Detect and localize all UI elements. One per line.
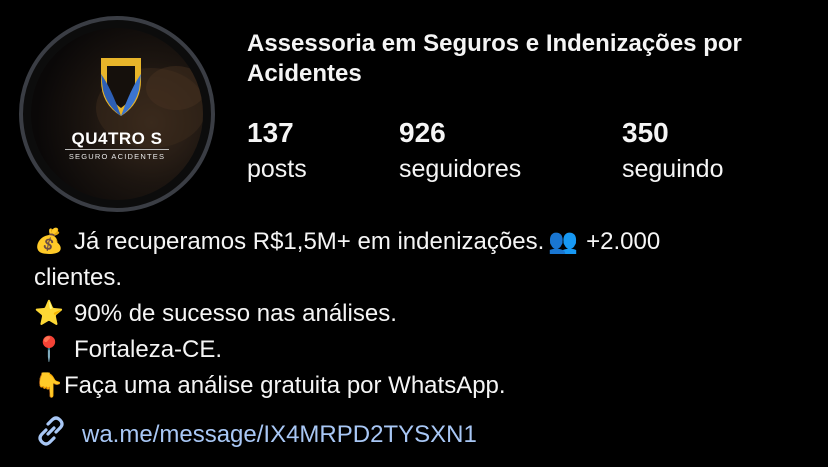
stat-posts[interactable]: 137 posts — [247, 116, 307, 185]
stat-followers-label: seguidores — [399, 155, 522, 183]
bio-text-1b: +2.000 — [586, 228, 661, 255]
bio-line-3: ⭐ 90% de sucesso nas análises. — [34, 296, 814, 332]
stat-followers[interactable]: 926 seguidores — [399, 116, 521, 185]
link-icon — [34, 414, 68, 457]
avatar[interactable]: QU4TRO S SEGURO ACIDENTES — [19, 16, 215, 212]
avatar-brand-tagline: SEGURO ACIDENTES — [68, 152, 166, 161]
bio-line-5: 👇Faça uma análise gratuita por WhatsApp. — [34, 368, 814, 404]
stat-following[interactable]: 350 seguindo — [622, 116, 723, 185]
stat-posts-count: 137 — [247, 117, 294, 148]
bio-line-1: 💰 Já recuperamos R$1,5M+ em indenizações.… — [34, 224, 814, 260]
bio-text-3: 90% de sucesso nas análises. — [74, 300, 397, 327]
profile-header: QU4TRO S SEGURO ACIDENTES Assessoria em … — [0, 0, 828, 467]
bio: 💰 Já recuperamos R$1,5M+ em indenizações.… — [34, 224, 814, 404]
bio-link[interactable]: wa.me/message/IX4MRPD2TYSXN1 — [34, 414, 477, 457]
avatar-image: QU4TRO S SEGURO ACIDENTES — [31, 28, 203, 200]
stat-following-count: 350 — [622, 117, 669, 148]
bio-text-2: clientes. — [34, 264, 123, 291]
star-icon: ⭐ — [34, 300, 64, 327]
bio-text-5: Faça uma análise gratuita por WhatsApp. — [64, 372, 506, 399]
bio-text-1: Já recuperamos R$1,5M+ em indenizações. — [74, 228, 545, 255]
stat-following-label: seguindo — [622, 155, 724, 183]
pin-icon: 📍 — [34, 336, 64, 363]
avatar-brand-name: QU4TRO S — [71, 129, 163, 148]
stat-followers-count: 926 — [399, 117, 446, 148]
people-icon: 👥 — [548, 228, 579, 255]
profile-name: Assessoria em Seguros e Indenizações por… — [247, 30, 742, 87]
stat-posts-label: posts — [247, 155, 307, 183]
bio-line-4: 📍 Fortaleza-CE. — [34, 332, 814, 368]
avatar-divider — [65, 149, 169, 150]
money-bag-icon: 💰 — [34, 228, 64, 255]
bio-text-4: Fortaleza-CE. — [74, 336, 223, 363]
bio-link-text[interactable]: wa.me/message/IX4MRPD2TYSXN1 — [82, 421, 477, 448]
shield-logo-icon — [96, 58, 203, 148]
pointing-down-icon: 👇 — [34, 372, 64, 399]
bio-line-2: clientes. — [34, 260, 814, 296]
